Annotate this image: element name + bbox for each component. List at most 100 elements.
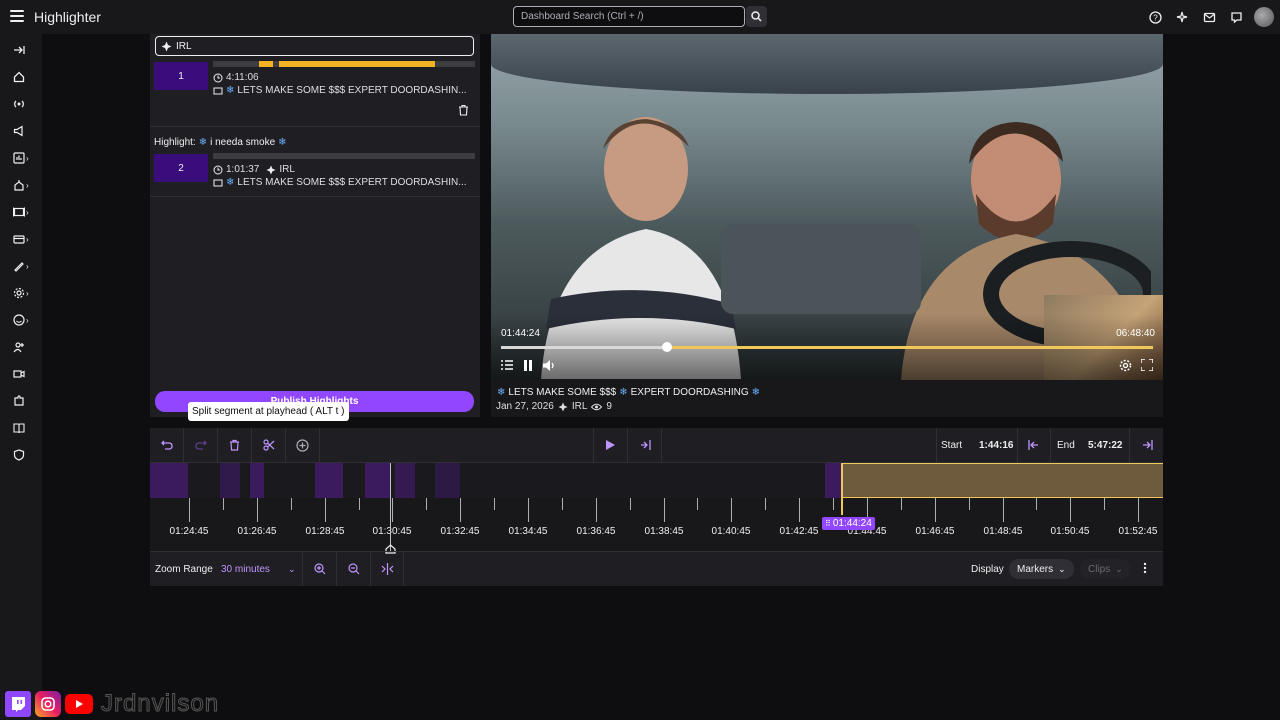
- split-segment-button[interactable]: [252, 428, 286, 462]
- start-label: Start: [941, 440, 963, 451]
- highlight-clip-region[interactable]: [842, 463, 1163, 498]
- delete-icon[interactable]: [458, 104, 469, 119]
- timeline-minor-tick: [1036, 498, 1037, 510]
- help-icon[interactable]: ?: [1142, 0, 1169, 34]
- search-input[interactable]: [513, 6, 745, 27]
- timeline-minor-tick: [223, 498, 224, 510]
- timeline-minor-tick: [833, 498, 834, 510]
- zoom-range-label: Zoom Range: [155, 564, 213, 575]
- analytics-icon[interactable]: ›: [13, 150, 37, 166]
- start-time[interactable]: 1:44:16: [979, 440, 1013, 451]
- marker-density: [315, 463, 343, 498]
- pause-icon[interactable]: [521, 358, 535, 372]
- seek-played: [501, 346, 667, 349]
- whispers-icon[interactable]: [1223, 0, 1250, 34]
- timeline-tick: [1003, 498, 1004, 522]
- zoom-in-button[interactable]: [302, 552, 336, 586]
- timeline-track[interactable]: 01:24:45 01:26:45 01:28:45 01:30:45 01:32:45…: [150, 463, 1163, 554]
- delete-segment-button[interactable]: [218, 428, 252, 462]
- highlight-thumbnail[interactable]: 2: [154, 154, 208, 182]
- playhead-time-marker[interactable]: ⠿ 01:44:24: [822, 517, 875, 530]
- set-start-button[interactable]: [1017, 428, 1051, 462]
- timeline-tick-label: 01:26:45: [237, 526, 277, 537]
- play-button[interactable]: [594, 428, 628, 462]
- redo-button[interactable]: [184, 428, 218, 462]
- timeline-tick-label: 01:32:45: [440, 526, 480, 537]
- seek-clip-range: [667, 346, 1153, 349]
- volume-icon[interactable]: [542, 358, 556, 372]
- stream-manager-icon[interactable]: [13, 96, 37, 112]
- search-icon: [751, 11, 762, 22]
- timeline-tick: [460, 498, 461, 522]
- promotions-icon[interactable]: [13, 123, 37, 139]
- seek-handle[interactable]: [662, 342, 672, 352]
- divider: [150, 196, 480, 197]
- menu-icon[interactable]: [10, 10, 24, 22]
- fullscreen-icon[interactable]: [1140, 358, 1154, 372]
- emotes-icon[interactable]: ›: [13, 312, 37, 328]
- community-icon[interactable]: ›: [13, 177, 37, 193]
- current-time: 01:44:24: [501, 328, 540, 339]
- highlight-stream-title: ❄ LETS MAKE SOME $$$ EXPERT DOORDASHIN..…: [213, 85, 467, 96]
- timeline-tick: [1138, 498, 1139, 522]
- timeline-tick-label: 01:48:45: [983, 526, 1023, 537]
- expand-nav-icon[interactable]: [13, 42, 37, 58]
- play-segment-button[interactable]: [628, 428, 662, 462]
- content-icon[interactable]: ›: [13, 204, 37, 220]
- category-group-header[interactable]: IRL: [155, 36, 474, 56]
- chevron-down-icon[interactable]: ⌄: [288, 564, 296, 575]
- zoom-range-select[interactable]: 30 minutes: [221, 564, 270, 575]
- playhead-line[interactable]: [390, 463, 391, 551]
- end-label: End: [1057, 440, 1075, 451]
- svg-text:?: ?: [1153, 13, 1158, 22]
- extensions-icon[interactable]: [13, 393, 37, 409]
- timeline-minor-tick: [291, 498, 292, 510]
- highlight-thumbnail[interactable]: 1: [154, 62, 208, 90]
- search-button[interactable]: [746, 6, 767, 27]
- seek-bar[interactable]: [501, 342, 1153, 352]
- views-icon: [591, 403, 603, 410]
- creator-tools-icon[interactable]: ›: [13, 258, 37, 274]
- marker-density: [365, 463, 390, 498]
- monetization-icon[interactable]: ›: [13, 231, 37, 247]
- timeline-tick: [257, 498, 258, 522]
- video-player[interactable]: 01:44:24 06:48:40: [491, 34, 1163, 380]
- snowflake-icon: ❄: [278, 137, 287, 148]
- twitch-icon: [5, 691, 31, 717]
- end-time[interactable]: 5:47:22: [1088, 440, 1122, 451]
- total-time: 06:48:40: [1116, 328, 1155, 339]
- irl-icon: [161, 41, 172, 52]
- markers-toggle[interactable]: Markers ⌄: [1009, 559, 1074, 579]
- add-segment-button[interactable]: [286, 428, 320, 462]
- clip-icon: [213, 179, 223, 186]
- avatar[interactable]: [1254, 7, 1274, 27]
- instagram-icon: [35, 691, 61, 717]
- timeline-editor: Start 1:44:16 End 5:47:22 01:24:45 01:26:…: [150, 428, 1163, 586]
- guide-icon[interactable]: [13, 420, 37, 436]
- home-icon[interactable]: [13, 69, 37, 85]
- inbox-icon[interactable]: [1196, 0, 1223, 34]
- add-user-icon[interactable]: [13, 339, 37, 355]
- zoom-fit-button[interactable]: [370, 552, 404, 586]
- chevron-down-icon: ⌄: [1058, 563, 1066, 574]
- timeline-tick-label: 01:28:45: [305, 526, 345, 537]
- timeline-tick: [799, 498, 800, 522]
- chapters-icon[interactable]: [500, 358, 514, 372]
- sparkle-icon[interactable]: [1169, 0, 1196, 34]
- settings-icon[interactable]: ›: [13, 285, 37, 301]
- undo-button[interactable]: [150, 428, 184, 462]
- settings-icon[interactable]: [1118, 358, 1132, 372]
- snowflake-icon: ❄: [226, 85, 235, 96]
- more-options-icon[interactable]: [1143, 562, 1147, 577]
- clip-start-handle[interactable]: [841, 463, 843, 515]
- timeline-minor-tick: [697, 498, 698, 510]
- marker-density: [220, 463, 240, 498]
- video-icon[interactable]: [13, 366, 37, 382]
- safety-icon[interactable]: [13, 447, 37, 463]
- marker-density: [825, 463, 842, 498]
- set-end-button[interactable]: [1129, 428, 1163, 462]
- timeline-minor-tick: [494, 498, 495, 510]
- display-label: Display: [971, 564, 1004, 575]
- zoom-out-button[interactable]: [336, 552, 370, 586]
- clips-toggle[interactable]: Clips ⌄: [1080, 559, 1131, 579]
